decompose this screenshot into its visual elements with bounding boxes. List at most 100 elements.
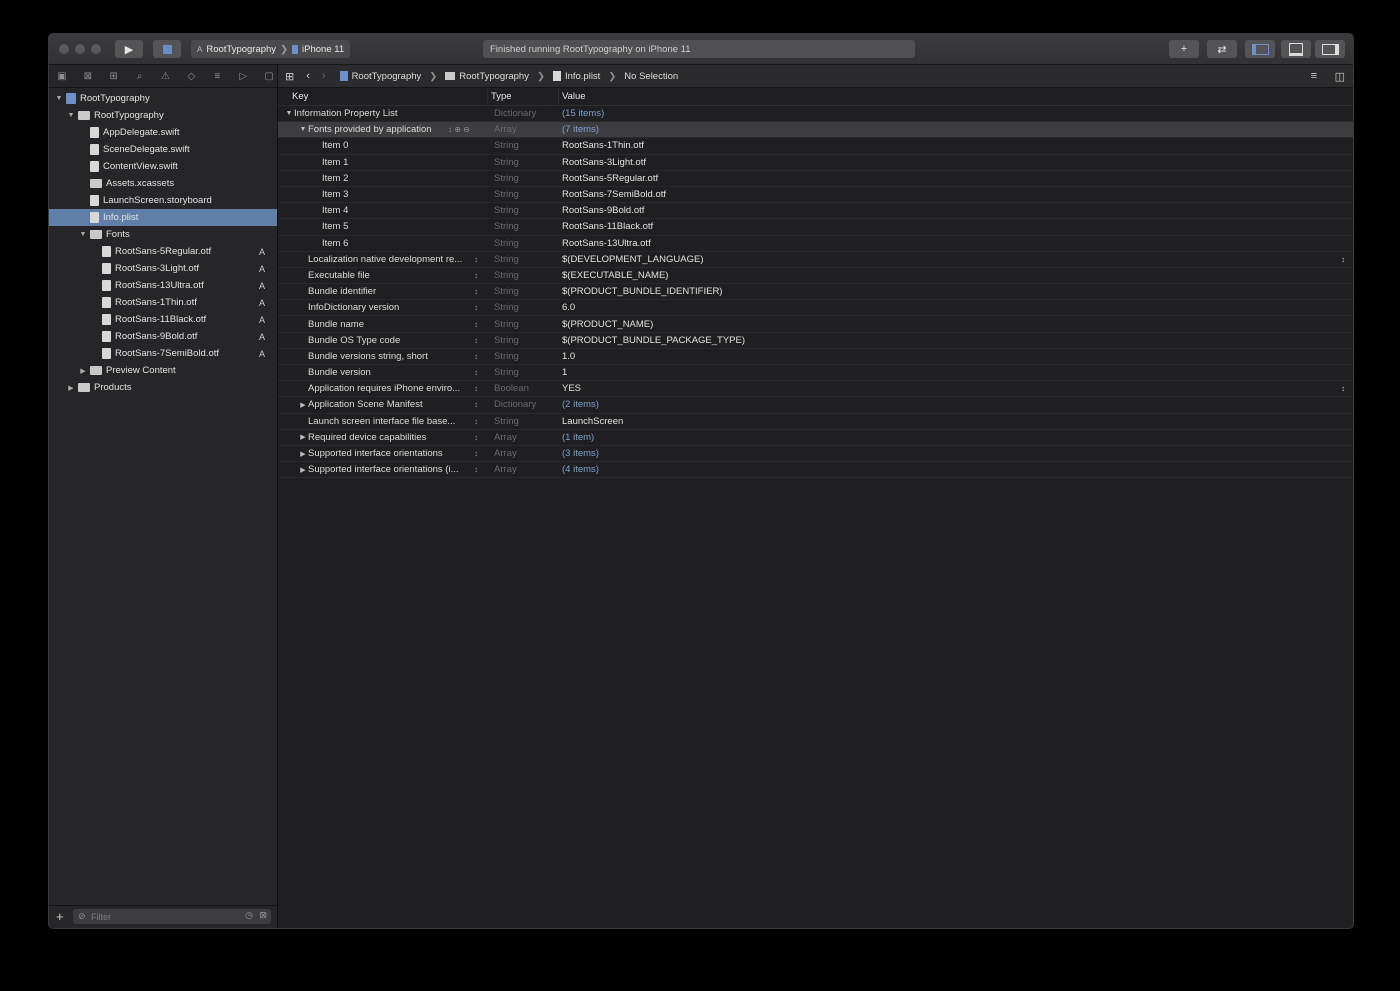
plist-row[interactable]: ▶ Supported interface orientations (i... ↕…	[278, 462, 1353, 479]
breadcrumb-file[interactable]: Info.plist	[565, 71, 600, 82]
warning-icon[interactable]: ⚠	[158, 71, 174, 82]
scheme-selector[interactable]: A RootTypography ❯ iPhone 11	[191, 40, 351, 58]
minimize-window-button[interactable]	[75, 44, 85, 54]
plist-type[interactable]: String	[494, 254, 519, 265]
plist-type[interactable]: String	[494, 416, 519, 427]
value-column-header[interactable]: Value	[562, 91, 586, 102]
plist-value[interactable]: 1	[562, 367, 567, 378]
disclosure-open-icon[interactable]: ▼	[54, 95, 64, 102]
disclosure-closed-icon[interactable]: ▶	[298, 401, 308, 409]
plist-type[interactable]: String	[494, 286, 519, 297]
plist-value[interactable]: $(DEVELOPMENT_LANGUAGE)	[562, 254, 703, 265]
plist-value[interactable]: RootSans-3Light.otf	[562, 157, 646, 168]
navigator-item[interactable]: Info.plist	[49, 209, 277, 226]
value-popup-icon[interactable]: ↕	[1341, 255, 1345, 264]
code-review-button[interactable]: ⇄	[1207, 40, 1237, 58]
plist-type[interactable]: Dictionary	[494, 108, 536, 119]
plist-type[interactable]: String	[494, 270, 519, 281]
disclosure-open-icon[interactable]: ▼	[66, 112, 76, 119]
plist-key-cell[interactable]: Localization native development re...	[278, 254, 494, 265]
navigator-item[interactable]: AppDelegate.swift	[49, 124, 277, 141]
editor-options-icon[interactable]: ≡	[1311, 70, 1317, 82]
stop-button[interactable]	[153, 40, 181, 58]
plist-row[interactable]: Item 6 String RootSans-13Ultra.otf	[278, 236, 1353, 252]
key-stepper-icon[interactable]: ↕	[474, 449, 478, 458]
plist-value[interactable]: (4 items)	[562, 464, 599, 475]
plist-value[interactable]: (15 items)	[562, 108, 604, 119]
plist-row[interactable]: Item 2 String RootSans-5Regular.otf	[278, 171, 1353, 187]
plist-row[interactable]: Bundle identifier ↕ String $(PRODUCT_BUNDLE…	[278, 284, 1353, 301]
plist-key-cell[interactable]: Item 1	[278, 157, 508, 168]
key-stepper-icon[interactable]: ↕	[474, 368, 478, 377]
plist-value[interactable]: YES	[562, 383, 581, 394]
plist-value[interactable]: RootSans-13Ultra.otf	[562, 238, 651, 249]
toggle-inspector-button[interactable]	[1315, 40, 1345, 58]
plist-row[interactable]: Bundle OS Type code ↕ String $(PRODUCT_BUND…	[278, 333, 1353, 349]
recent-files-icon[interactable]: ◷	[245, 910, 253, 921]
key-column-header[interactable]: Key	[292, 91, 308, 102]
plist-row[interactable]: Bundle version ↕ String 1	[278, 365, 1353, 382]
breakpoint-icon[interactable]: ▷	[235, 71, 251, 82]
key-stepper-icon[interactable]: ↕	[474, 417, 478, 426]
plist-type[interactable]: String	[494, 367, 519, 378]
plist-key-cell[interactable]: Item 3	[278, 189, 508, 200]
plist-key-cell[interactable]: ▶ Supported interface orientations	[278, 448, 494, 459]
key-stepper-icon[interactable]: ↕ ⊕ ⊖	[448, 125, 470, 134]
disclosure-open-icon[interactable]: ▼	[78, 231, 88, 238]
plist-type[interactable]: String	[494, 189, 519, 200]
plist-type[interactable]: Array	[494, 464, 517, 475]
plist-row[interactable]: Item 1 String RootSans-3Light.otf	[278, 155, 1353, 171]
plist-value[interactable]: RootSans-9Bold.otf	[562, 205, 644, 216]
navigator-item[interactable]: ▼ RootTypography	[49, 90, 277, 107]
scm-filter-icon[interactable]: ⊠	[259, 910, 267, 921]
key-stepper-icon[interactable]: ↕	[474, 271, 478, 280]
navigator-item[interactable]: ▼ RootTypography	[49, 107, 277, 124]
plist-row[interactable]: Bundle name ↕ String $(PRODUCT_NAME)	[278, 316, 1353, 333]
breadcrumb-project[interactable]: RootTypography	[352, 71, 422, 82]
plist-type[interactable]: String	[494, 173, 519, 184]
zoom-window-button[interactable]	[91, 44, 101, 54]
plist-key-cell[interactable]: ▶ Application Scene Manifest	[278, 399, 494, 410]
plist-type[interactable]: String	[494, 238, 519, 249]
navigator-item[interactable]: RootSans-5Regular.otf A	[49, 243, 277, 260]
plist-type[interactable]: String	[494, 319, 519, 330]
plist-row[interactable]: ▶ Required device capabilities ↕ Array (1 it…	[278, 430, 1353, 446]
run-button[interactable]: ▶	[115, 40, 143, 58]
plist-type[interactable]: String	[494, 335, 519, 346]
plist-type[interactable]: String	[494, 157, 519, 168]
plist-key-cell[interactable]: Launch screen interface file base...	[278, 416, 494, 427]
plist-value[interactable]: 1.0	[562, 351, 575, 362]
add-editor-icon[interactable]: ◫	[1335, 70, 1345, 83]
plist-type[interactable]: String	[494, 140, 519, 151]
plist-value[interactable]: LaunchScreen	[562, 416, 623, 427]
plist-value[interactable]: $(PRODUCT_BUNDLE_IDENTIFIER)	[562, 286, 722, 297]
navigator-item[interactable]: ▶ Products	[49, 379, 277, 396]
plist-value[interactable]: (7 items)	[562, 124, 599, 135]
plist-key-cell[interactable]: Item 2	[278, 173, 508, 184]
plist-type[interactable]: String	[494, 302, 519, 313]
navigator-item[interactable]: RootSans-7SemiBold.otf A	[49, 345, 277, 362]
plist-row[interactable]: Item 0 String RootSans-1Thin.otf	[278, 138, 1353, 155]
plist-key-cell[interactable]: Item 0	[278, 140, 508, 151]
plist-value[interactable]: RootSans-7SemiBold.otf	[562, 189, 666, 200]
test-icon[interactable]: ◇	[183, 71, 199, 82]
plist-row[interactable]: Localization native development re... ↕ St…	[278, 252, 1353, 268]
key-stepper-icon[interactable]: ↕	[474, 400, 478, 409]
plist-key-cell[interactable]: ▶ Required device capabilities	[278, 432, 494, 443]
source-control-icon[interactable]: ⊠	[80, 71, 96, 82]
plist-row[interactable]: ▼ Fonts provided by application ↕ ⊕ ⊖ Array…	[278, 122, 1353, 139]
disclosure-closed-icon[interactable]: ▶	[298, 433, 308, 441]
key-stepper-icon[interactable]: ↕	[474, 465, 478, 474]
key-stepper-icon[interactable]: ↕	[474, 255, 478, 264]
plist-value[interactable]: $(EXECUTABLE_NAME)	[562, 270, 668, 281]
plist-row[interactable]: ▶ Application Scene Manifest ↕ Dictionary (2…	[278, 397, 1353, 414]
plist-key-cell[interactable]: InfoDictionary version	[278, 302, 494, 313]
disclosure-closed-icon[interactable]: ▶	[78, 367, 88, 375]
add-file-icon[interactable]: +	[56, 909, 64, 924]
plist-type[interactable]: Array	[494, 124, 517, 135]
plist-value[interactable]: (2 items)	[562, 399, 599, 410]
plist-type[interactable]: Dictionary	[494, 399, 536, 410]
key-stepper-icon[interactable]: ↕	[474, 352, 478, 361]
value-popup-icon[interactable]: ↕	[1341, 384, 1345, 393]
forward-icon[interactable]: ›	[322, 70, 326, 82]
